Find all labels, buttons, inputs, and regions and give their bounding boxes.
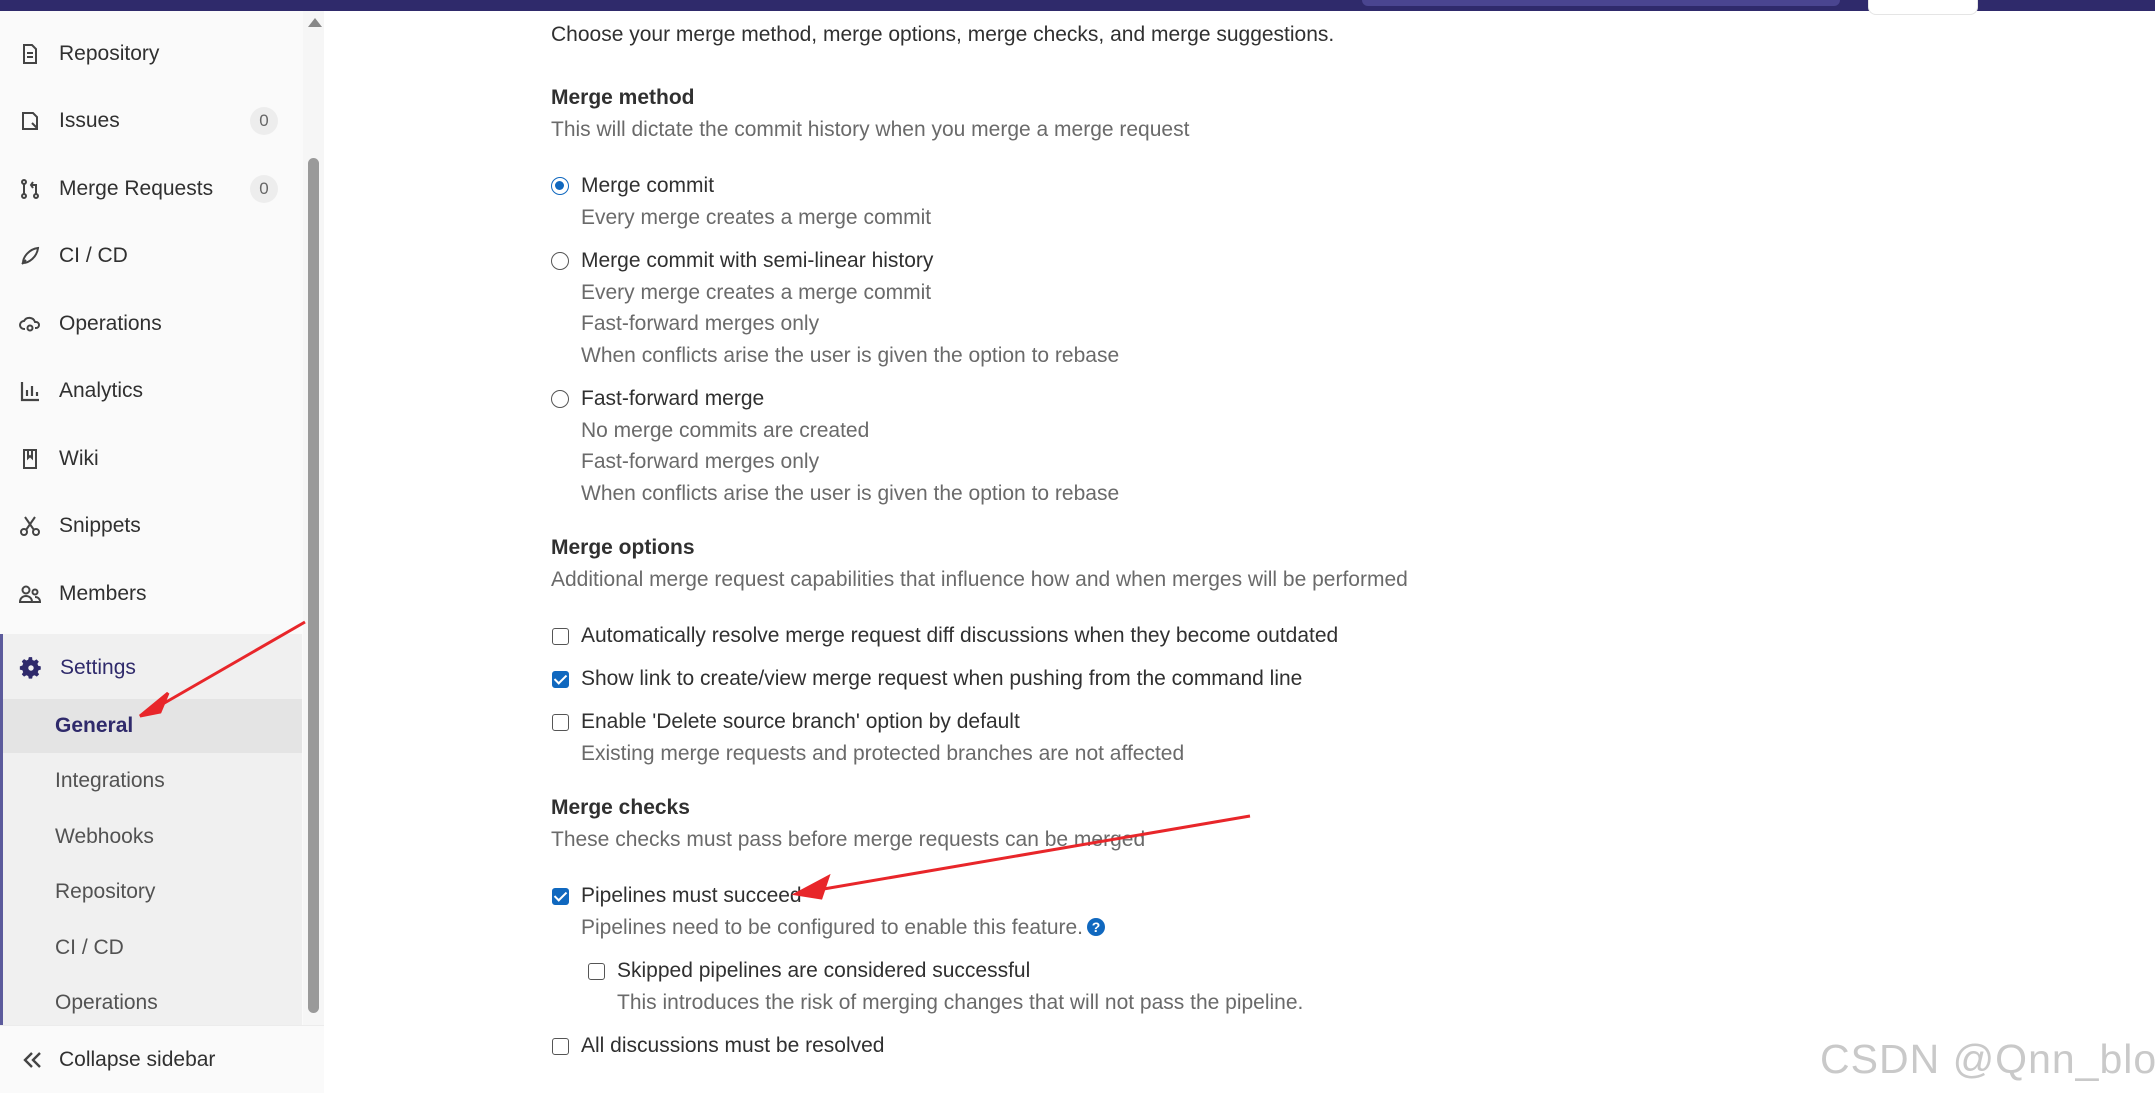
- sidebar-item-settings[interactable]: Settings: [0, 638, 302, 698]
- pipelines-must-succeed-checkbox[interactable]: [552, 888, 569, 905]
- sidebar-item-label: CI / CD: [59, 244, 128, 267]
- discussions-resolved-label[interactable]: All discussions must be resolved: [581, 1033, 884, 1059]
- sidebar-item-issues[interactable]: Issues 0: [0, 91, 302, 151]
- merge-method-description: This will dictate the commit history whe…: [551, 118, 1190, 141]
- scroll-up-arrow-icon[interactable]: [308, 18, 322, 27]
- merge-commit-label[interactable]: Merge commit: [581, 173, 714, 199]
- sidebar-item-label: Settings: [60, 656, 136, 679]
- cloud-gear-icon: [18, 312, 42, 336]
- sidebar-subitem-webhooks[interactable]: Webhooks: [3, 810, 302, 864]
- semi-linear-help-1: Every merge creates a merge commit: [581, 281, 932, 304]
- sidebar-item-snippets[interactable]: Snippets: [0, 496, 302, 556]
- rocket-icon: [18, 244, 42, 268]
- merge-commit-help: Every merge creates a merge commit: [581, 206, 932, 229]
- delete-source-branch-label[interactable]: Enable 'Delete source branch' option by …: [581, 709, 1020, 735]
- sidebar-item-label: Issues: [59, 109, 120, 132]
- scrollbar-thumb[interactable]: [308, 158, 319, 1013]
- sidebar-subitem-general[interactable]: General: [3, 699, 302, 753]
- semi-linear-help-2: Fast-forward merges only: [581, 312, 820, 335]
- fast-forward-help-2: Fast-forward merges only: [581, 450, 820, 473]
- fast-forward-help-1: No merge commits are created: [581, 419, 870, 442]
- delete-source-branch-checkbox[interactable]: [552, 714, 569, 731]
- document-icon: [18, 42, 42, 66]
- issues-count-badge: 0: [250, 107, 278, 135]
- issues-icon: [18, 109, 42, 133]
- sidebar-subitem-repository[interactable]: Repository: [3, 865, 302, 919]
- sidebar-subitem-integrations[interactable]: Integrations: [3, 754, 302, 808]
- collapse-sidebar-label: Collapse sidebar: [59, 1047, 216, 1071]
- sidebar-item-repository[interactable]: Repository: [0, 24, 302, 84]
- sidebar-item-analytics[interactable]: Analytics: [0, 361, 302, 421]
- skipped-pipelines-checkbox[interactable]: [588, 963, 605, 980]
- chart-icon: [18, 379, 42, 403]
- sidebar: Repository Issues 0 Merge Requests 0 CI …: [0, 11, 324, 1093]
- book-icon: [18, 447, 42, 471]
- fast-forward-label[interactable]: Fast-forward merge: [581, 386, 764, 412]
- sidebar-subitem-ci-cd[interactable]: CI / CD: [3, 921, 302, 975]
- watermark: CSDN @Qnn_blog: [1820, 1036, 2155, 1082]
- merge-commit-radio[interactable]: [551, 177, 569, 195]
- semi-linear-help-3: When conflicts arise the user is given t…: [581, 344, 1120, 367]
- scissors-icon: [18, 514, 42, 538]
- gear-icon: [18, 655, 44, 681]
- sidebar-item-wiki[interactable]: Wiki: [0, 429, 302, 489]
- merge-options-title: Merge options: [551, 536, 695, 559]
- sidebar-item-label: Wiki: [59, 447, 99, 470]
- semi-linear-label[interactable]: Merge commit with semi-linear history: [581, 248, 933, 274]
- sidebar-item-label: Repository: [59, 42, 160, 65]
- pipelines-must-succeed-label[interactable]: Pipelines must succeed: [581, 883, 802, 909]
- double-chevron-left-icon: [20, 1048, 44, 1072]
- discussions-resolved-checkbox[interactable]: [552, 1038, 569, 1055]
- user-menu[interactable]: [1868, 0, 1978, 15]
- delete-source-branch-help: Existing merge requests and protected br…: [581, 742, 1185, 765]
- fast-forward-radio[interactable]: [551, 390, 569, 408]
- sidebar-scrollbar[interactable]: [303, 11, 324, 1025]
- sidebar-item-operations[interactable]: Operations: [0, 294, 302, 354]
- sidebar-item-label: Members: [59, 582, 147, 605]
- auto-resolve-label[interactable]: Automatically resolve merge request diff…: [581, 623, 1338, 649]
- semi-linear-radio[interactable]: [551, 252, 569, 270]
- collapse-sidebar-button[interactable]: Collapse sidebar: [0, 1025, 324, 1093]
- pipelines-help: Pipelines need to be configured to enabl…: [581, 916, 1084, 939]
- merge-requests-count-badge: 0: [250, 175, 278, 203]
- search-bar[interactable]: [1362, 0, 1840, 6]
- merge-options-description: Additional merge request capabilities th…: [551, 568, 1408, 591]
- merge-checks-title: Merge checks: [551, 796, 690, 819]
- top-navbar: [0, 0, 2155, 15]
- fast-forward-help-3: When conflicts arise the user is given t…: [581, 482, 1120, 505]
- sidebar-item-label: Operations: [59, 312, 162, 335]
- sidebar-subitem-operations[interactable]: Operations: [3, 976, 302, 1030]
- show-link-label[interactable]: Show link to create/view merge request w…: [581, 666, 1302, 692]
- show-link-checkbox[interactable]: [552, 671, 569, 688]
- merge-request-icon: [18, 177, 42, 201]
- skipped-pipelines-label[interactable]: Skipped pipelines are considered success…: [617, 958, 1030, 984]
- users-icon: [18, 582, 42, 606]
- sidebar-item-label: Analytics: [59, 379, 144, 402]
- sidebar-item-label: Merge Requests: [59, 177, 214, 200]
- sidebar-item-members[interactable]: Members: [0, 564, 302, 624]
- sidebar-item-ci-cd[interactable]: CI / CD: [0, 226, 302, 286]
- skipped-pipelines-help: This introduces the risk of merging chan…: [617, 991, 1304, 1014]
- section-intro: Choose your merge method, merge options,…: [551, 23, 1335, 46]
- merge-checks-description: These checks must pass before merge requ…: [551, 828, 1146, 851]
- auto-resolve-checkbox[interactable]: [552, 628, 569, 645]
- sidebar-item-label: Snippets: [59, 514, 141, 537]
- question-help-icon[interactable]: ?: [1087, 918, 1105, 936]
- merge-method-title: Merge method: [551, 86, 695, 109]
- sidebar-item-merge-requests[interactable]: Merge Requests 0: [0, 159, 302, 219]
